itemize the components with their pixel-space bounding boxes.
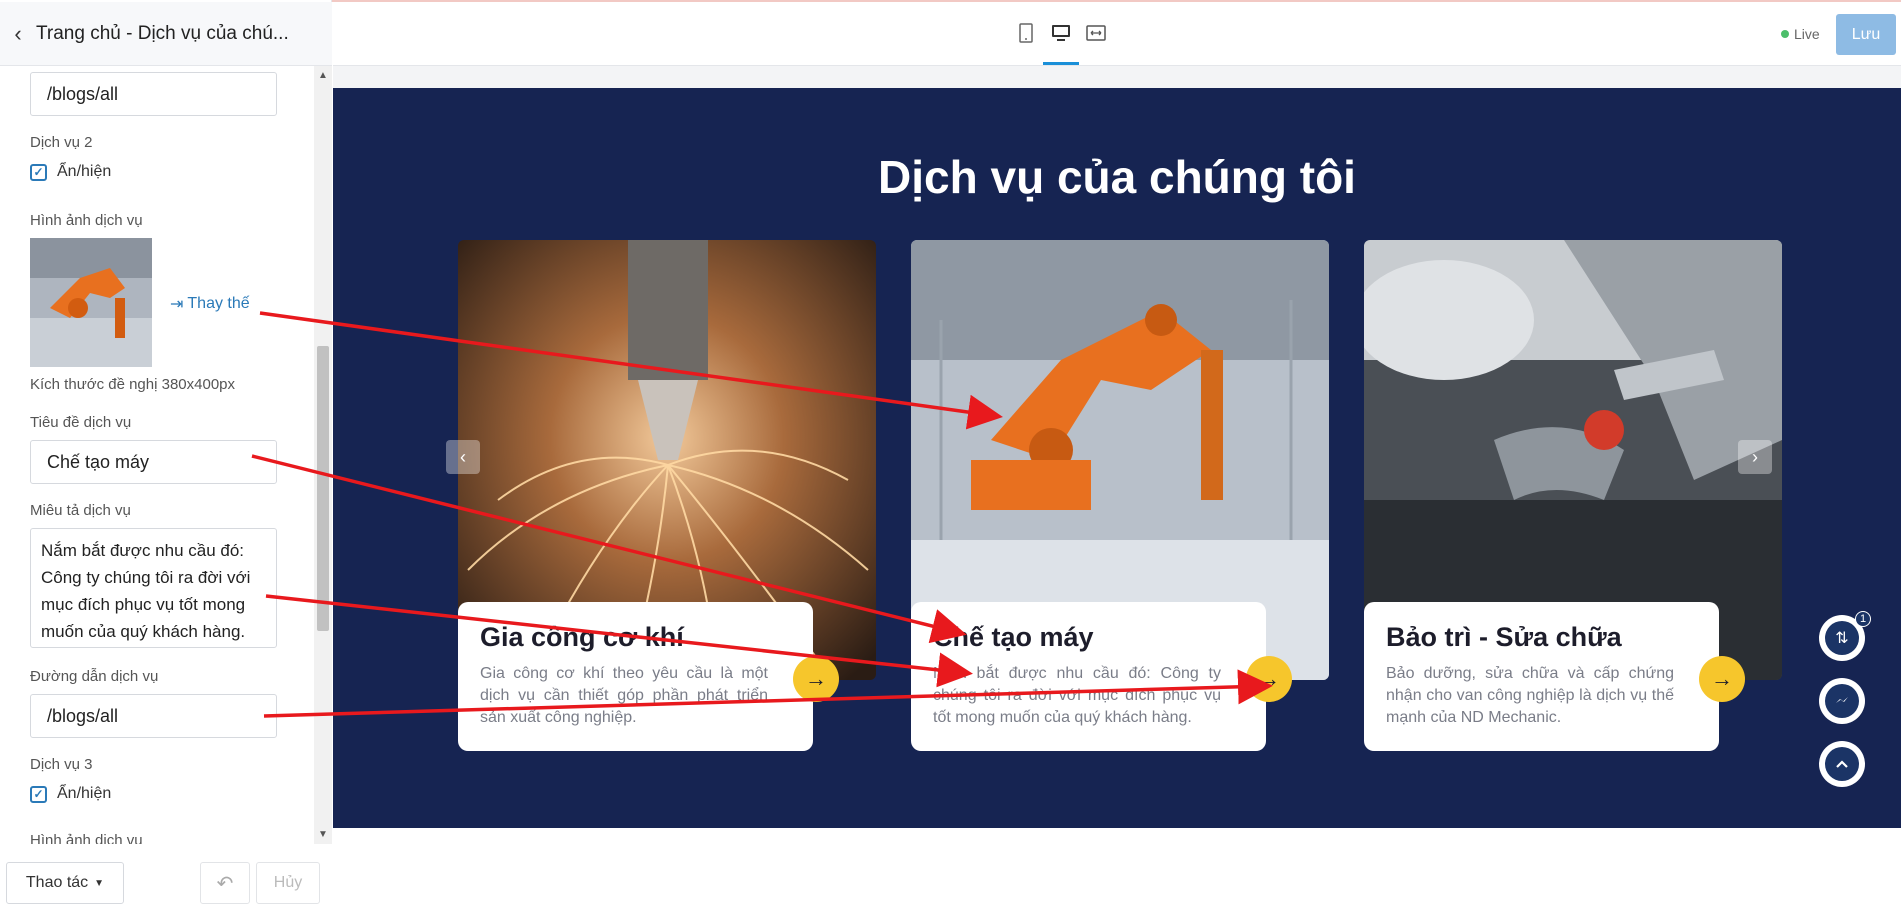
replace-label: Thay thế	[187, 295, 250, 312]
scroll-down-icon[interactable]: ▼	[318, 829, 328, 840]
scroll-thumb[interactable]	[317, 346, 329, 631]
back-button[interactable]: ‹	[0, 2, 36, 66]
page-title: Trang chủ - Dịch vụ của chú...	[36, 22, 289, 44]
sidebar-footer: Thao tác ▼ ↶ Hủy	[0, 844, 332, 910]
caret-down-icon: ▼	[94, 877, 105, 889]
float-transfer-button[interactable]: ⇅ 1	[1819, 611, 1871, 661]
save-button[interactable]: Lưu	[1836, 14, 1896, 55]
float-scroll-top-button[interactable]	[1819, 741, 1865, 787]
service2-title-label: Tiêu đề dịch vụ	[30, 414, 132, 431]
service2-link-input[interactable]: /blogs/all	[30, 694, 277, 738]
service2-toggle-label: Ẩn/hiện	[57, 163, 112, 180]
card-2-desc: Nắm bắt được nhu cầu đó: Công ty chúng t…	[933, 665, 1221, 726]
replace-icon: ⇥	[170, 296, 184, 313]
live-status: Live	[1781, 26, 1820, 42]
card-1-title: Gia công cơ khí	[480, 622, 684, 652]
services-section: Dịch vụ của chúng tôi ‹ › Gia công cơ kh…	[333, 88, 1901, 828]
carousel-prev-button[interactable]: ‹	[446, 440, 480, 474]
service2-image-label: Hình ảnh dịch vụ	[30, 212, 143, 229]
service2-desc-label: Miêu tả dịch vụ	[30, 502, 131, 519]
below-section-area	[333, 828, 1901, 910]
chevron-left-icon: ‹	[460, 446, 466, 467]
card-3[interactable]: Bảo trì - Sửa chữa Bảo dưỡng, sửa chữa v…	[1364, 602, 1745, 751]
arrow-right-icon: →	[1258, 666, 1280, 691]
card-2[interactable]: Chế tạo máy Nắm bắt được nhu cầu đó: Côn…	[911, 602, 1292, 751]
card-3-desc: Bảo dưỡng, sửa chữa và cấp chứng nhận ch…	[1386, 665, 1674, 726]
service2-link-label: Đường dẫn dịch vụ	[30, 668, 159, 685]
fullwidth-icon[interactable]	[1081, 18, 1111, 48]
messenger-icon	[1825, 684, 1859, 718]
swap-arrows-icon: ⇅	[1825, 621, 1859, 655]
sidebar-scrollbar[interactable]: ▲ ▼	[314, 66, 332, 844]
card-1-arrow-button[interactable]: →	[793, 656, 839, 702]
sidebar-header: ‹ Trang chủ - Dịch vụ của chú...	[0, 2, 332, 66]
chevron-up-icon	[1825, 747, 1859, 781]
chevron-right-icon: ›	[1752, 446, 1758, 467]
robot-arm-thumbnail	[30, 238, 152, 367]
carousel-next-button[interactable]: ›	[1738, 440, 1772, 474]
desktop-icon[interactable]	[1046, 18, 1076, 48]
service3-image-label: Hình ảnh dịch vụ	[30, 832, 143, 844]
service2-heading: Dịch vụ 2	[30, 134, 93, 151]
replace-image-button[interactable]: ⇥ Thay thế	[170, 294, 250, 314]
card-3-title: Bảo trì - Sửa chữa	[1386, 622, 1622, 652]
checkbox-checked-icon[interactable]: ✓	[30, 785, 47, 803]
live-label: Live	[1794, 26, 1820, 42]
editor-sidebar: ‹ Trang chủ - Dịch vụ của chú... /blogs/…	[0, 0, 332, 910]
notification-badge: 1	[1855, 611, 1871, 627]
arrow-right-icon: →	[1711, 666, 1733, 691]
preview-canvas: Dịch vụ của chúng tôi ‹ › Gia công cơ kh…	[333, 66, 1901, 910]
service2-toggle[interactable]: ✓ Ẩn/hiện	[30, 163, 111, 181]
card-3-arrow-button[interactable]: →	[1699, 656, 1745, 702]
actions-dropdown[interactable]: Thao tác ▼	[6, 862, 124, 904]
service2-desc-textarea[interactable]: Nắm bắt được nhu cầu đó: Công ty chúng t…	[30, 528, 277, 648]
cancel-button[interactable]: Hủy	[256, 862, 320, 904]
service3-toggle[interactable]: ✓ Ẩn/hiện	[30, 785, 111, 803]
float-messenger-button[interactable]	[1819, 678, 1865, 724]
scroll-up-icon[interactable]: ▲	[318, 70, 328, 81]
settings-panel: /blogs/all Dịch vụ 2 ✓ Ẩn/hiện Hình ảnh …	[0, 66, 314, 844]
actions-label: Thao tác	[25, 874, 89, 891]
undo-icon: ↶	[216, 872, 234, 895]
live-dot-icon	[1781, 30, 1789, 38]
arrow-right-icon: →	[805, 666, 827, 691]
card-1-desc: Gia công cơ khí theo yêu cầu là một dịch…	[480, 665, 768, 726]
chevron-left-icon: ‹	[14, 20, 22, 46]
card-2-arrow-button[interactable]: →	[1246, 656, 1292, 702]
mobile-icon[interactable]	[1011, 18, 1041, 48]
image-size-hint: Kích thước đề nghị 380x400px	[30, 376, 236, 393]
top-toolbar: Live Lưu	[333, 2, 1901, 66]
card-1[interactable]: Gia công cơ khí Gia công cơ khí theo yêu…	[458, 602, 839, 751]
checkbox-checked-icon[interactable]: ✓	[30, 163, 47, 181]
service3-heading: Dịch vụ 3	[30, 756, 93, 773]
service3-toggle-label: Ẩn/hiện	[57, 785, 112, 802]
card-2-title: Chế tạo máy	[933, 622, 1094, 652]
service2-image-thumbnail[interactable]	[30, 238, 152, 367]
undo-button[interactable]: ↶	[200, 862, 250, 904]
section-title: Dịch vụ của chúng tôi	[878, 151, 1356, 203]
active-device-indicator	[1043, 62, 1079, 65]
service2-title-input[interactable]: Chế tạo máy	[30, 440, 277, 484]
prev-link-input[interactable]: /blogs/all	[30, 72, 277, 116]
